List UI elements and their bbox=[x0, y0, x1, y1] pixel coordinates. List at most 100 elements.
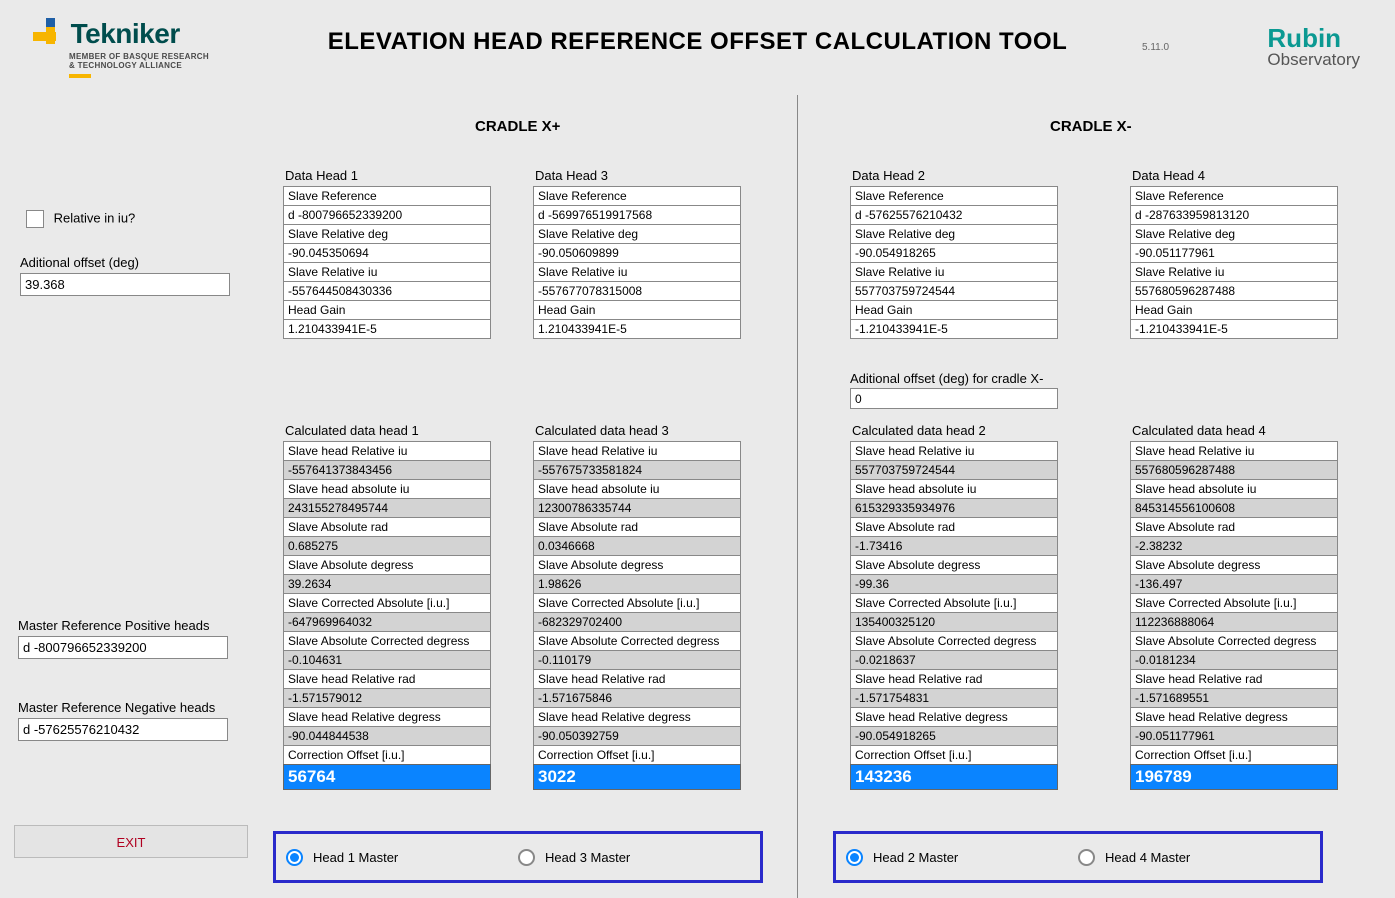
page-title: ELEVATION HEAD REFERENCE OFFSET CALCULAT… bbox=[0, 28, 1395, 56]
h1c-corr-off-label: Correction Offset [i.u.] bbox=[283, 745, 491, 765]
h3-gain-value[interactable]: 1.210433941E-5 bbox=[533, 319, 741, 339]
h3c-rel-deg-value: -90.050392759 bbox=[533, 726, 741, 746]
h2c-rel-deg-label: Slave head Relative degress bbox=[850, 707, 1058, 727]
calc-head-3-group: Calculated data head 3 Slave head Relati… bbox=[533, 423, 741, 790]
h4c-corr-abs-label: Slave Corrected Absolute [i.u.] bbox=[1130, 593, 1338, 613]
h4-gain-value[interactable]: -1.210433941E-5 bbox=[1130, 319, 1338, 339]
h3c-corr-off-label: Correction Offset [i.u.] bbox=[533, 745, 741, 765]
h4c-corr-abs-value: 112236888064 bbox=[1130, 612, 1338, 632]
h1c-abs-corr-deg-value: -0.104631 bbox=[283, 650, 491, 670]
h2c-abs-rad-label: Slave Absolute rad bbox=[850, 517, 1058, 537]
h3-rel-deg-value[interactable]: -90.050609899 bbox=[533, 243, 741, 263]
h2c-abs-iu-value: 615329335934976 bbox=[850, 498, 1058, 518]
h4-gain-label: Head Gain bbox=[1130, 300, 1338, 320]
h1c-corr-abs-label: Slave Corrected Absolute [i.u.] bbox=[283, 593, 491, 613]
cradle-xneg-label: CRADLE X- bbox=[1050, 118, 1132, 135]
h1c-corr-off-value: 56764 bbox=[283, 764, 491, 790]
h1c-abs-rad-value: 0.685275 bbox=[283, 536, 491, 556]
h1-rel-iu-label: Slave Relative iu bbox=[283, 262, 491, 282]
h4c-rel-iu-label: Slave head Relative iu bbox=[1130, 441, 1338, 461]
h3c-abs-deg-value: 1.98626 bbox=[533, 574, 741, 594]
h1c-abs-deg-value: 39.2634 bbox=[283, 574, 491, 594]
h2c-rel-rad-label: Slave head Relative rad bbox=[850, 669, 1058, 689]
h4c-rel-iu-value: 557680596287488 bbox=[1130, 460, 1338, 480]
h1-slave-ref-label: Slave Reference bbox=[283, 186, 491, 206]
relative-iu-checkbox[interactable] bbox=[26, 210, 44, 228]
h4c-corr-off-label: Correction Offset [i.u.] bbox=[1130, 745, 1338, 765]
h2c-abs-corr-deg-label: Slave Absolute Corrected degress bbox=[850, 631, 1058, 651]
h4c-abs-corr-deg-label: Slave Absolute Corrected degress bbox=[1130, 631, 1338, 651]
rubin-word2: Observatory bbox=[1267, 50, 1360, 70]
calc-head-3-caption: Calculated data head 3 bbox=[533, 423, 741, 438]
h3c-rel-iu-label: Slave head Relative iu bbox=[533, 441, 741, 461]
h2-rel-deg-label: Slave Relative deg bbox=[850, 224, 1058, 244]
h1-gain-value[interactable]: 1.210433941E-5 bbox=[283, 319, 491, 339]
h2c-corr-abs-value: 135400325120 bbox=[850, 612, 1058, 632]
h4c-abs-corr-deg-value: -0.0181234 bbox=[1130, 650, 1338, 670]
additional-offset-xneg-input[interactable] bbox=[850, 388, 1058, 409]
h4c-abs-rad-value: -2.38232 bbox=[1130, 536, 1338, 556]
head3-master-label: Head 3 Master bbox=[545, 850, 630, 865]
h3-slave-ref-value[interactable]: d -569976519917568 bbox=[533, 205, 741, 225]
head4-master-radio[interactable] bbox=[1078, 849, 1095, 866]
h1-rel-deg-value[interactable]: -90.045350694 bbox=[283, 243, 491, 263]
h3c-rel-rad-value: -1.571675846 bbox=[533, 688, 741, 708]
h2-gain-value[interactable]: -1.210433941E-5 bbox=[850, 319, 1058, 339]
calc-head-1-caption: Calculated data head 1 bbox=[283, 423, 491, 438]
h4c-rel-deg-label: Slave head Relative degress bbox=[1130, 707, 1338, 727]
relative-iu-label: Relative in iu? bbox=[54, 210, 136, 225]
h1-rel-iu-value[interactable]: -557644508430336 bbox=[283, 281, 491, 301]
h3-rel-deg-label: Slave Relative deg bbox=[533, 224, 741, 244]
h2c-rel-iu-value: 557703759724544 bbox=[850, 460, 1058, 480]
h2c-rel-rad-value: -1.571754831 bbox=[850, 688, 1058, 708]
h1c-rel-iu-value: -557641373843456 bbox=[283, 460, 491, 480]
additional-offset-input[interactable] bbox=[20, 273, 230, 296]
h2c-corr-off-value: 143236 bbox=[850, 764, 1058, 790]
h2c-corr-abs-label: Slave Corrected Absolute [i.u.] bbox=[850, 593, 1058, 613]
h3-rel-iu-value[interactable]: -557677078315008 bbox=[533, 281, 741, 301]
h2-slave-ref-value[interactable]: d -57625576210432 bbox=[850, 205, 1058, 225]
h2c-abs-deg-label: Slave Absolute degress bbox=[850, 555, 1058, 575]
h4c-rel-rad-value: -1.571689551 bbox=[1130, 688, 1338, 708]
h4c-abs-iu-value: 845314556100608 bbox=[1130, 498, 1338, 518]
rubin-word1: Rubin bbox=[1267, 25, 1360, 51]
h4c-rel-rad-label: Slave head Relative rad bbox=[1130, 669, 1338, 689]
h1-slave-ref-value[interactable]: d -800796652339200 bbox=[283, 205, 491, 225]
h4-rel-iu-label: Slave Relative iu bbox=[1130, 262, 1338, 282]
h4-rel-iu-value[interactable]: 557680596287488 bbox=[1130, 281, 1338, 301]
h2-rel-iu-value[interactable]: 557703759724544 bbox=[850, 281, 1058, 301]
h4c-abs-iu-label: Slave head absolute iu bbox=[1130, 479, 1338, 499]
h3c-abs-corr-deg-value: -0.110179 bbox=[533, 650, 741, 670]
h1c-rel-rad-label: Slave head Relative rad bbox=[283, 669, 491, 689]
head1-master-radio[interactable] bbox=[286, 849, 303, 866]
h1c-abs-iu-label: Slave head absolute iu bbox=[283, 479, 491, 499]
version-label: 5.11.0 bbox=[1142, 42, 1169, 53]
h1-rel-deg-label: Slave Relative deg bbox=[283, 224, 491, 244]
head4-master-label: Head 4 Master bbox=[1105, 850, 1190, 865]
master-ref-neg-label: Master Reference Negative heads bbox=[18, 700, 228, 715]
h2c-abs-corr-deg-value: -0.0218637 bbox=[850, 650, 1058, 670]
head2-master-label: Head 2 Master bbox=[873, 850, 958, 865]
h2-gain-label: Head Gain bbox=[850, 300, 1058, 320]
h4c-abs-rad-label: Slave Absolute rad bbox=[1130, 517, 1338, 537]
h4-rel-deg-value[interactable]: -90.051177961 bbox=[1130, 243, 1338, 263]
exit-button[interactable]: EXIT bbox=[14, 825, 248, 858]
h1c-abs-iu-value: 243155278495744 bbox=[283, 498, 491, 518]
h1-gain-label: Head Gain bbox=[283, 300, 491, 320]
h2-rel-iu-label: Slave Relative iu bbox=[850, 262, 1058, 282]
h3c-corr-abs-value: -682329702400 bbox=[533, 612, 741, 632]
h2-rel-deg-value[interactable]: -90.054918265 bbox=[850, 243, 1058, 263]
h2-slave-ref-label: Slave Reference bbox=[850, 186, 1058, 206]
head2-master-radio[interactable] bbox=[846, 849, 863, 866]
h3c-corr-abs-label: Slave Corrected Absolute [i.u.] bbox=[533, 593, 741, 613]
h1c-rel-iu-label: Slave head Relative iu bbox=[283, 441, 491, 461]
master-ref-neg-input[interactable] bbox=[18, 718, 228, 741]
additional-offset-label: Aditional offset (deg) bbox=[20, 255, 230, 270]
head1-master-label: Head 1 Master bbox=[313, 850, 398, 865]
head3-master-radio[interactable] bbox=[518, 849, 535, 866]
h4-slave-ref-value[interactable]: d -287633959813120 bbox=[1130, 205, 1338, 225]
master-ref-pos-input[interactable] bbox=[18, 636, 228, 659]
h3c-abs-rad-value: 0.0346668 bbox=[533, 536, 741, 556]
h3c-rel-rad-label: Slave head Relative rad bbox=[533, 669, 741, 689]
master-select-xpos: Head 1 Master Head 3 Master bbox=[273, 831, 763, 883]
